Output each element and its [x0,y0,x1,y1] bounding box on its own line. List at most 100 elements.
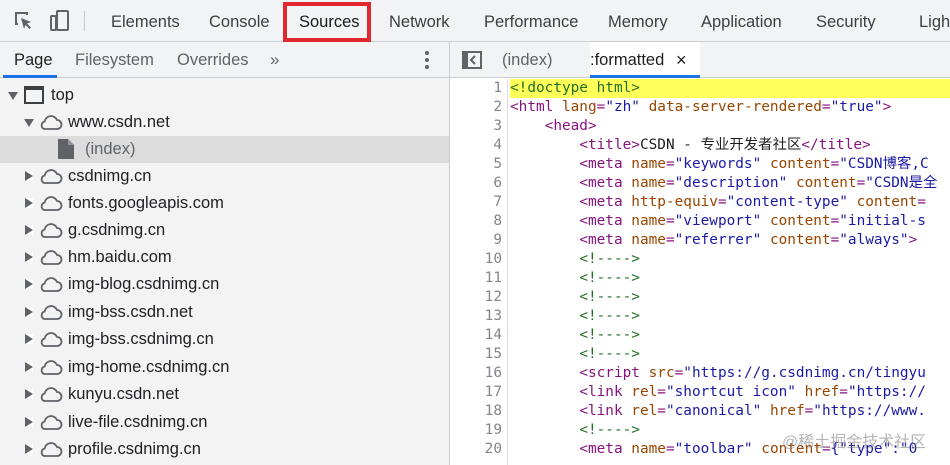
collapsed-arrow-icon[interactable] [25,198,33,208]
collapsed-arrow-icon[interactable] [25,444,33,454]
editor-tab-label: :formatted [590,51,665,69]
code-token: = [674,365,684,381]
tab-console[interactable]: Console [209,0,270,42]
collapsed-arrow-icon[interactable] [25,279,33,289]
line-number[interactable]: 1 [462,79,502,98]
code-token: <link [579,403,632,419]
tab-elements[interactable]: Elements [111,0,180,42]
device-toolbar-icon[interactable] [48,9,72,33]
collapsed-arrow-icon[interactable] [25,362,33,372]
code-line: <meta name="description" content="CSDN是全 [510,174,950,193]
tree-item-domain[interactable]: g.csdnimg.cn [0,217,449,244]
line-number[interactable]: 16 [462,364,502,383]
line-number[interactable]: 18 [462,402,502,421]
code-token: = [717,194,727,210]
tree-item-domain[interactable]: img-blog.csdnimg.cn [0,271,449,298]
tree-item-file-selected[interactable]: (index) [0,136,449,163]
code-token: content [795,175,857,191]
line-number[interactable]: 13 [462,307,502,326]
line-number[interactable]: 3 [462,117,502,136]
line-number[interactable]: 19 [462,421,502,440]
collapsed-arrow-icon[interactable] [25,334,33,344]
tree-item-domain[interactable]: www.csdn.net [0,109,449,136]
active-tab-indicator [3,75,57,78]
code-token: <!----> [579,422,640,438]
code-token: rel [631,403,658,419]
collapsed-arrow-icon[interactable] [25,171,33,181]
tree-item-label: img-home.csdnimg.cn [68,358,230,376]
inspect-element-icon[interactable] [12,9,36,33]
tab-lighthouse[interactable]: Ligh [919,0,950,42]
collapsed-arrow-icon[interactable] [25,252,33,262]
line-number[interactable]: 11 [462,269,502,288]
tree-item-domain[interactable]: fonts.googleapis.com [0,190,449,217]
line-number[interactable]: 6 [462,174,502,193]
tab-security[interactable]: Security [816,0,876,42]
tree-item-domain[interactable]: csdnimg.cn [0,163,449,190]
collapsed-arrow-icon[interactable] [25,417,33,427]
code-token: "CSDN是全 [865,175,938,191]
tree-item-label: fonts.googleapis.com [68,194,224,212]
cloud-icon [37,220,63,245]
code-token: <head> [544,118,597,134]
collapsed-arrow-icon[interactable] [25,225,33,235]
line-number[interactable]: 15 [462,345,502,364]
editor-tab-index[interactable]: (index) [502,42,552,78]
code-token: <title> [579,137,640,153]
expand-arrow-icon[interactable] [24,119,34,127]
line-number[interactable]: 10 [462,250,502,269]
tree-item-domain[interactable]: img-bss.csdnimg.cn [0,326,449,353]
tab-page[interactable]: Page [14,42,53,78]
tab-memory[interactable]: Memory [608,0,668,42]
code-line: <!----> [510,307,950,326]
collapsed-arrow-icon[interactable] [25,307,33,317]
code-token: = [657,403,666,419]
line-number[interactable]: 12 [462,288,502,307]
more-tabs-chevron-icon[interactable]: » [270,42,279,78]
tab-overrides[interactable]: Overrides [177,42,249,78]
toggle-navigator-icon[interactable] [462,51,482,69]
expand-arrow-icon[interactable] [8,92,18,100]
code-line: <title>CSDN - 专业开发者社区</title> [510,136,950,155]
code-view[interactable]: 1 2 3 4 5 6 7 8 9 10 11 12 13 14 15 16 17 18 19 20 <!doctyp… [450,79,950,465]
line-number[interactable]: 2 [462,98,502,117]
tab-filesystem[interactable]: Filesystem [75,42,154,78]
tree-item-label: profile.csdnimg.cn [68,440,201,458]
tab-application[interactable]: Application [701,0,782,42]
code-token: src [648,365,675,381]
tree-item-domain[interactable]: img-home.csdnimg.cn [0,354,449,381]
line-number[interactable]: 9 [462,231,502,250]
line-number[interactable]: 7 [462,193,502,212]
line-number[interactable]: 4 [462,136,502,155]
code-token: "always" [839,232,909,248]
tree-item-domain[interactable]: live-file.csdnimg.cn [0,409,449,436]
line-number[interactable]: 8 [462,212,502,231]
tree-item-top[interactable]: top [0,82,449,109]
code-token: data-server-rendered [648,99,822,115]
line-number[interactable]: 5 [462,155,502,174]
collapsed-arrow-icon[interactable] [25,389,33,399]
tree-item-label: g.csdnimg.cn [68,221,166,239]
code-token: <!----> [579,270,640,286]
code-token: "CSDN博客,C [839,156,929,172]
line-number[interactable]: 14 [462,326,502,345]
tree-item-domain[interactable]: img-bss.csdn.net [0,299,449,326]
tree-item-domain[interactable]: profile.csdnimg.cn [0,436,449,463]
code-token: content [769,213,831,229]
tab-performance[interactable]: Performance [484,0,578,42]
line-number[interactable]: 20 [462,440,502,459]
tree-item-domain[interactable]: kunyu.csdn.net [0,381,449,408]
close-tab-icon[interactable]: × [676,42,687,78]
more-options-icon[interactable] [421,51,433,69]
tree-item-domain[interactable]: hm.baidu.com [0,244,449,271]
code-token: name [631,175,666,191]
tab-network[interactable]: Network [389,0,450,42]
line-number[interactable]: 17 [462,383,502,402]
